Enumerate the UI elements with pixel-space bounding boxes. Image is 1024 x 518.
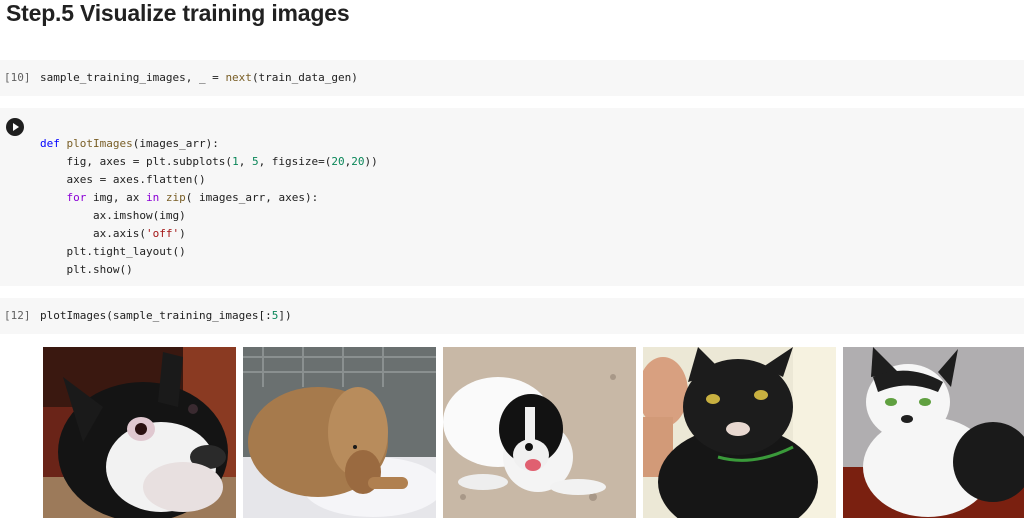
execution-count: [10] <box>4 71 31 84</box>
code-token: plotImages <box>66 137 133 150</box>
code-token: (train_data_gen) <box>251 71 358 84</box>
code-token: 20 <box>351 155 365 168</box>
code-cell-10[interactable]: [10] sample_training_images, _ = next(tr… <box>0 60 1024 96</box>
output-image-cat-2 <box>843 347 1024 518</box>
code-token: zip <box>165 191 186 204</box>
run-cell-button[interactable] <box>6 118 24 136</box>
cell-output-images <box>43 347 1024 518</box>
code-token: for <box>66 191 87 204</box>
code-token: 5 <box>251 155 259 168</box>
code-cell-plotimages[interactable]: def plotImages(images_arr): fig, axes = … <box>0 108 1024 286</box>
code-token: sample_training_images, _ = <box>40 71 226 84</box>
code-token: img, ax <box>86 191 146 204</box>
output-image-dog-3 <box>443 347 636 518</box>
code-token: axes = axes.flatten() <box>40 173 206 186</box>
code-token: fig, axes = plt.subplots( <box>40 155 233 168</box>
code-token: ) <box>179 227 186 240</box>
code-token: plotImages(sample_training_images[: <box>40 309 272 322</box>
code-line: plt.show() <box>40 263 133 276</box>
code-token: plt.show() <box>40 263 133 276</box>
code-token: , figsize=( <box>258 155 332 168</box>
output-image-cat-1 <box>643 347 836 518</box>
code-token: ax.imshow(img) <box>40 209 186 222</box>
code-token: ]) <box>278 309 292 322</box>
code-token: next <box>225 71 252 84</box>
execution-count: [12] <box>4 309 31 322</box>
code-block[interactable]: def plotImages(images_arr): fig, axes = … <box>40 135 378 279</box>
section-heading: Step.5 Visualize training images <box>6 0 350 26</box>
code-line: def plotImages(images_arr): <box>40 137 219 150</box>
code-token: ( images_arr, axes): <box>185 191 319 204</box>
code-line[interactable]: sample_training_images, _ = next(train_d… <box>40 69 358 87</box>
code-line: ax.imshow(img) <box>40 209 186 222</box>
code-line: ax.axis('off') <box>40 227 186 240</box>
code-token: in <box>145 191 160 204</box>
code-line: plt.tight_layout() <box>40 245 186 258</box>
code-token: 1 <box>232 155 239 168</box>
code-line: fig, axes = plt.subplots(1, 5, figsize=(… <box>40 155 378 168</box>
code-token: plt.tight_layout() <box>40 245 186 258</box>
code-token: ax.axis( <box>40 227 146 240</box>
code-line: axes = axes.flatten() <box>40 173 206 186</box>
code-token: )) <box>364 155 378 168</box>
code-line: for img, ax in zip( images_arr, axes): <box>40 191 319 204</box>
code-token: , <box>238 155 252 168</box>
code-token: def <box>40 137 67 150</box>
output-image-dog-1 <box>43 347 236 518</box>
code-token: 20 <box>331 155 345 168</box>
code-cell-12[interactable]: [12] plotImages(sample_training_images[:… <box>0 298 1024 334</box>
play-icon <box>13 123 19 131</box>
code-token: (images_arr): <box>132 137 219 150</box>
code-token: 'off' <box>145 227 180 240</box>
output-image-dog-2 <box>243 347 436 518</box>
code-line[interactable]: plotImages(sample_training_images[:5]) <box>40 307 292 325</box>
